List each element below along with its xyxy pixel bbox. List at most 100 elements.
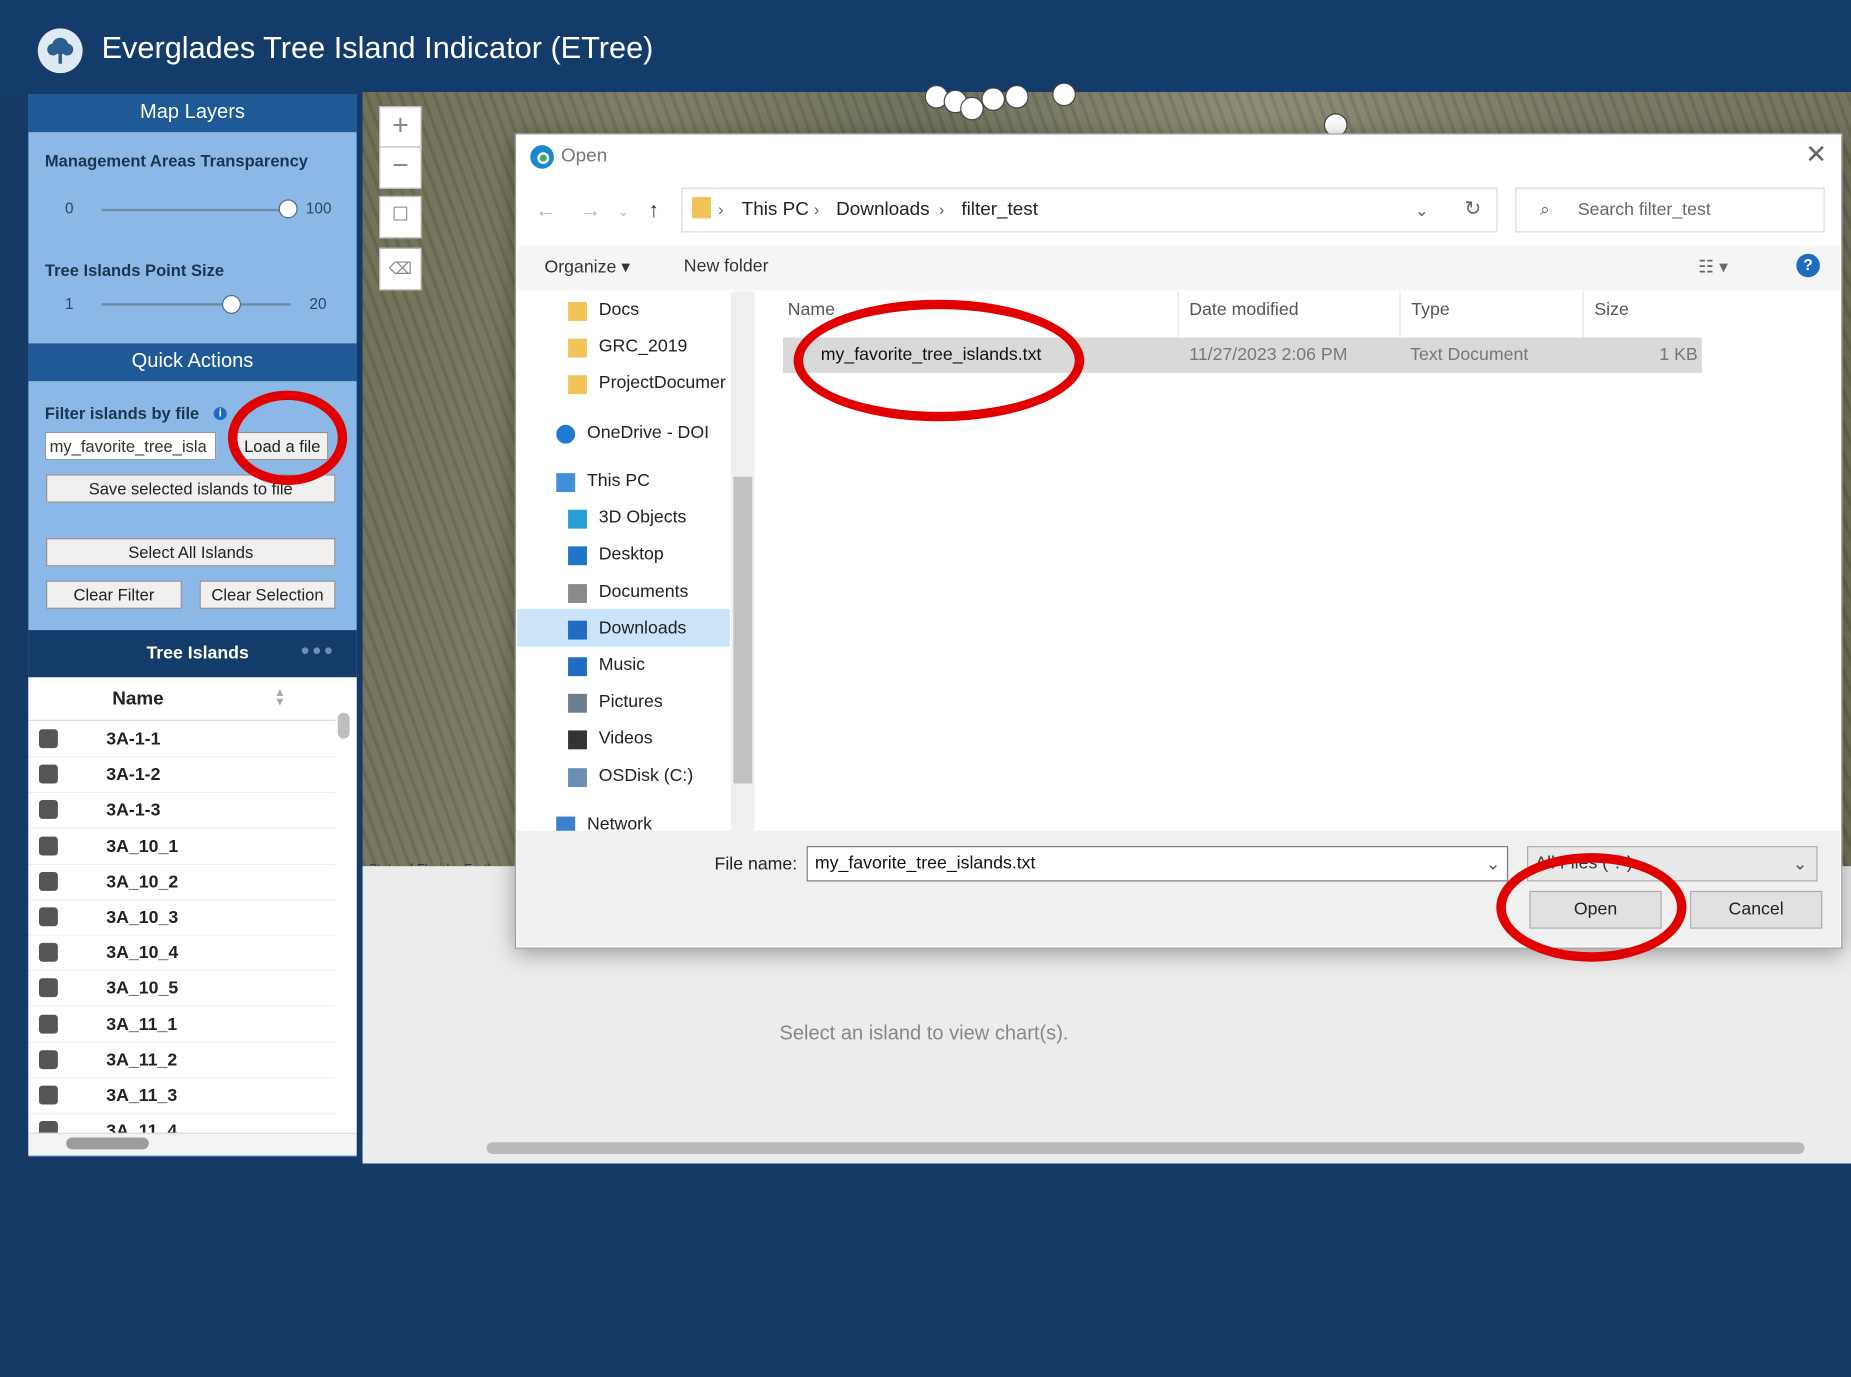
nav-item[interactable]: 3D Objects bbox=[599, 507, 687, 527]
row-checkbox[interactable] bbox=[38, 729, 58, 749]
cancel-button[interactable]: Cancel bbox=[1690, 890, 1823, 929]
island-name: 3A_10_2 bbox=[106, 871, 179, 892]
address-bar[interactable]: › This PC › Downloads › filter_test ⌄ ↻ bbox=[681, 187, 1498, 233]
point-size-slider-track[interactable] bbox=[101, 303, 291, 306]
view-options-icon[interactable]: ☷ ▾ bbox=[1698, 256, 1728, 277]
table-row[interactable]: 3A_10_4 bbox=[28, 935, 336, 972]
nav-item[interactable]: ProjectDocumer bbox=[599, 373, 726, 393]
horizontal-scroll-thumb[interactable] bbox=[66, 1137, 149, 1150]
nav-item[interactable]: GRC_2019 bbox=[599, 336, 688, 356]
sort-icon[interactable]: ▲ ▼ bbox=[274, 687, 286, 708]
zoom-out-button[interactable]: − bbox=[379, 146, 422, 189]
nav-item[interactable]: Videos bbox=[599, 728, 653, 748]
row-checkbox[interactable] bbox=[38, 943, 58, 962]
pc-icon bbox=[556, 473, 576, 493]
row-checkbox[interactable] bbox=[38, 1014, 58, 1034]
vertical-scroll-thumb[interactable] bbox=[337, 712, 350, 739]
refresh-icon[interactable]: ↻ bbox=[1464, 197, 1481, 221]
table-row[interactable]: 3A-1-3 bbox=[28, 792, 336, 829]
info-icon[interactable]: i bbox=[213, 407, 227, 421]
folder-icon bbox=[568, 375, 587, 395]
dialog-toolbar: Organize ▾ New folder ☷ ▾ bbox=[517, 245, 1840, 291]
transparency-slider-track[interactable] bbox=[101, 208, 291, 212]
search-icon: ⌕ bbox=[1540, 199, 1550, 220]
table-row[interactable]: 3A_11_3 bbox=[28, 1077, 336, 1114]
select-all-button[interactable]: Select All Islands bbox=[46, 538, 336, 567]
search-input[interactable]: Search filter_test bbox=[1578, 199, 1711, 219]
name-column-header[interactable]: Name bbox=[112, 689, 163, 710]
row-checkbox[interactable] bbox=[38, 1085, 58, 1105]
nav-item[interactable]: OneDrive - DOI bbox=[587, 422, 709, 442]
column-type[interactable]: Type bbox=[1411, 300, 1449, 320]
nav-item[interactable]: Downloads bbox=[599, 618, 687, 638]
forward-arrow-icon[interactable]: → bbox=[580, 198, 601, 223]
tree-island-point[interactable] bbox=[1052, 82, 1076, 107]
select-box-tool[interactable]: ☐ bbox=[379, 195, 422, 239]
table-row[interactable]: 3A-1-1 bbox=[28, 721, 336, 758]
table-row[interactable]: 3A_10_1 bbox=[28, 828, 336, 865]
row-checkbox[interactable] bbox=[38, 978, 58, 998]
new-folder-button[interactable]: New folder bbox=[684, 256, 769, 276]
vertical-scrollbar[interactable] bbox=[335, 677, 357, 1133]
transparency-slider-thumb[interactable] bbox=[278, 199, 298, 219]
nav-item[interactable]: Desktop bbox=[599, 544, 664, 564]
chevron-down-icon[interactable]: ⌄ bbox=[1486, 853, 1501, 874]
breadcrumb-filter-test[interactable]: filter_test bbox=[961, 199, 1038, 220]
help-icon[interactable]: ? bbox=[1796, 253, 1820, 278]
row-checkbox[interactable] bbox=[38, 907, 58, 927]
chevron-down-icon[interactable]: ⌄ bbox=[1793, 853, 1808, 874]
nav-item[interactable]: Docs bbox=[599, 300, 639, 320]
column-name[interactable]: Name bbox=[788, 300, 835, 320]
breadcrumb-downloads[interactable]: Downloads bbox=[836, 199, 929, 220]
table-row[interactable]: 3A_11_2 bbox=[28, 1042, 336, 1079]
up-arrow-icon[interactable]: ↑ bbox=[648, 198, 659, 223]
table-row[interactable]: 3A_11_4 bbox=[28, 1113, 335, 1133]
erase-tool-icon[interactable]: ⌫ bbox=[379, 247, 422, 291]
point-size-slider-thumb[interactable] bbox=[222, 295, 241, 314]
recent-locations-icon[interactable]: ⌄ bbox=[618, 203, 630, 220]
organize-menu[interactable]: Organize ▾ bbox=[544, 256, 630, 277]
row-checkbox[interactable] bbox=[38, 764, 58, 784]
row-checkbox[interactable] bbox=[38, 800, 58, 820]
search-box[interactable]: ⌕ Search filter_test bbox=[1515, 187, 1825, 233]
edge-browser-icon bbox=[530, 145, 554, 169]
nav-item[interactable]: OSDisk (C:) bbox=[599, 766, 693, 786]
breadcrumb-this-pc[interactable]: This PC bbox=[742, 199, 809, 220]
close-icon[interactable]: ✕ bbox=[1805, 139, 1827, 170]
app-title: Everglades Tree Island Indicator (ETree) bbox=[101, 29, 654, 65]
table-row[interactable]: 3A_10_5 bbox=[28, 970, 336, 1008]
map-layers-header: Map Layers bbox=[28, 94, 357, 133]
column-date-modified[interactable]: Date modified bbox=[1189, 300, 1298, 320]
nav-item[interactable]: This PC bbox=[587, 471, 650, 491]
island-name: 3A-1-2 bbox=[106, 764, 161, 785]
island-name: 3A_10_1 bbox=[106, 836, 179, 857]
nav-item[interactable]: Pictures bbox=[599, 691, 663, 711]
nav-item[interactable]: Documents bbox=[599, 582, 689, 602]
island-name: 3A-1-3 bbox=[106, 800, 161, 821]
row-checkbox[interactable] bbox=[38, 871, 58, 891]
clear-selection-button[interactable]: Clear Selection bbox=[199, 580, 336, 609]
file-name-input[interactable]: my_favorite_tree_islands.txt ⌄ bbox=[806, 846, 1509, 882]
nav-scroll-thumb[interactable] bbox=[733, 476, 753, 784]
bottom-scroll-thumb[interactable] bbox=[486, 1142, 1805, 1155]
table-row[interactable]: 3A_10_3 bbox=[28, 899, 336, 936]
table-row[interactable]: 3A_10_2 bbox=[28, 864, 336, 901]
nav-item[interactable]: Music bbox=[599, 655, 645, 675]
clear-filter-button[interactable]: Clear Filter bbox=[46, 580, 182, 609]
back-arrow-icon[interactable]: ← bbox=[535, 198, 556, 223]
row-checkbox[interactable] bbox=[38, 1121, 58, 1133]
column-size[interactable]: Size bbox=[1594, 300, 1628, 320]
table-header: Name ▲ ▼ bbox=[28, 677, 336, 721]
row-checkbox[interactable] bbox=[38, 1049, 58, 1069]
tree-island-point[interactable] bbox=[1005, 84, 1029, 109]
chevron-down-icon[interactable]: ⌄ bbox=[1415, 201, 1429, 221]
tree-island-point[interactable] bbox=[981, 87, 1006, 111]
file-name-value[interactable]: my_favorite_tree_islands.txt bbox=[815, 853, 1036, 873]
more-options-icon[interactable]: ●●● bbox=[300, 641, 335, 659]
table-row[interactable]: 3A_11_1 bbox=[28, 1006, 336, 1043]
tree-island-point[interactable] bbox=[960, 96, 984, 121]
filter-file-field[interactable]: my_favorite_tree_isla bbox=[44, 431, 217, 461]
row-checkbox[interactable] bbox=[38, 836, 58, 856]
table-row[interactable]: 3A-1-2 bbox=[28, 757, 336, 794]
zoom-in-button[interactable]: + bbox=[379, 106, 422, 149]
